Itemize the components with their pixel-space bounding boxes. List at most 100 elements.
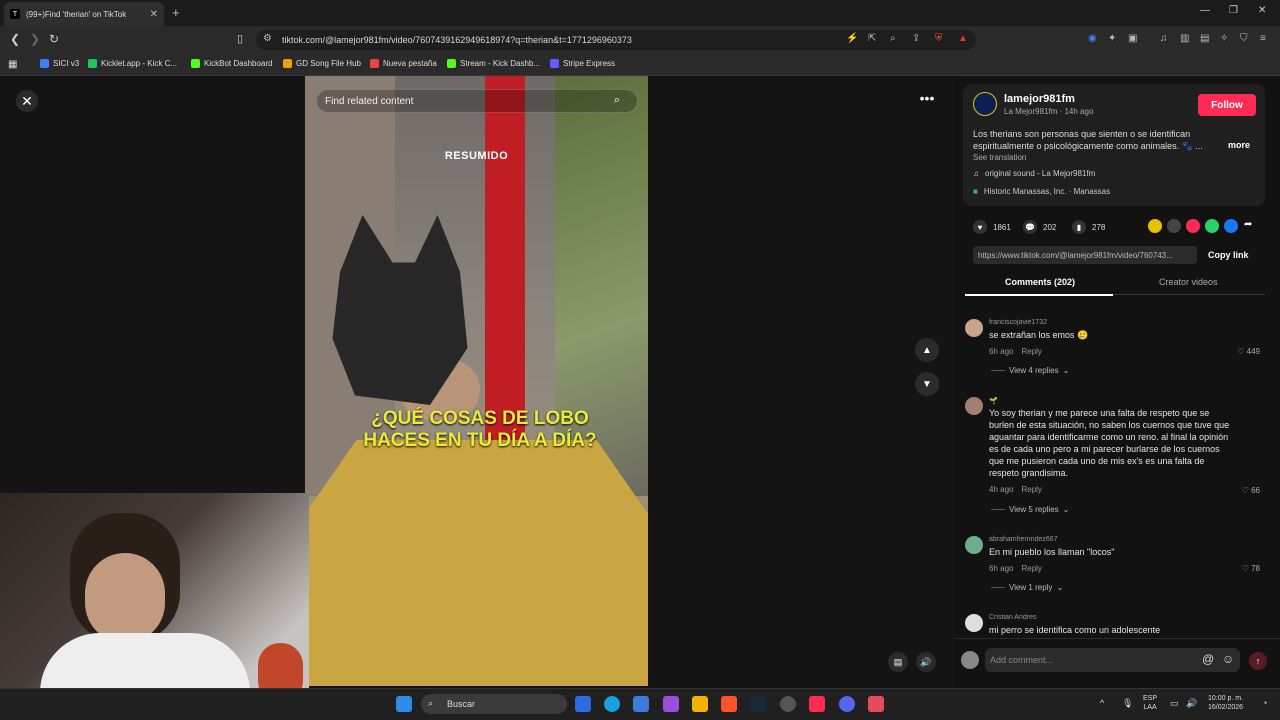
mention-icon[interactable]: @ — [1202, 652, 1214, 666]
commenter-avatar[interactable] — [965, 614, 983, 632]
taskbar-app-icon[interactable] — [575, 696, 591, 712]
tab-close-icon[interactable]: ✕ — [150, 9, 158, 20]
brave-shield-icon[interactable]: ⛨ — [935, 33, 943, 44]
commenter-name[interactable]: franciscojavie1732 — [989, 319, 1047, 326]
commenter-avatar[interactable] — [965, 536, 983, 554]
taskbar-search[interactable]: Buscar — [421, 694, 567, 714]
bookmark-item[interactable]: KickBot Dashboard — [191, 59, 272, 68]
comment-like-button[interactable]: ♡ 66 — [1242, 486, 1260, 495]
discord-icon[interactable] — [839, 696, 855, 712]
file-explorer-icon[interactable] — [692, 696, 708, 712]
notifications-icon[interactable]: ◔ — [1262, 698, 1267, 708]
taskbar-app-icon[interactable] — [868, 696, 884, 712]
more-options-icon[interactable]: ••• — [915, 90, 939, 110]
find-related-content-input[interactable]: Find related content — [316, 89, 638, 113]
maximize-icon[interactable]: ❐ — [1229, 5, 1238, 16]
panel-icon[interactable]: ▥ — [1180, 33, 1189, 44]
copilot-icon[interactable] — [663, 696, 679, 712]
volume-icon[interactable]: 🔊 — [1186, 698, 1197, 709]
send-comment-button[interactable]: ↑ — [1249, 652, 1267, 670]
window-close-icon[interactable]: ✕ — [1258, 5, 1266, 16]
comment-like-button[interactable]: ♡ 78 — [1242, 564, 1260, 573]
tray-chevron-icon[interactable]: ^ — [1100, 698, 1104, 708]
comment-stat[interactable]: 💬 202 — [1023, 220, 1056, 234]
new-tab-button[interactable]: + — [172, 5, 180, 20]
network-icon[interactable]: ▭ — [1170, 698, 1179, 709]
wallet-icon[interactable]: ▤ — [1200, 33, 1209, 44]
see-translation-link[interactable]: See translation — [973, 153, 1026, 162]
next-video-button[interactable]: ▼ — [915, 372, 939, 396]
more-button[interactable]: more — [1228, 140, 1250, 150]
brave-icon[interactable] — [721, 696, 737, 712]
copy-link-button[interactable]: Copy link — [1208, 250, 1249, 260]
like-stat[interactable]: ♥ 1861 — [973, 220, 1011, 234]
bookmark-page-icon[interactable]: ▯ — [237, 32, 243, 45]
microphone-icon[interactable]: 🎙 — [1122, 698, 1133, 709]
bookmark-item[interactable]: Nueva pestaña — [370, 59, 437, 68]
apps-grid-icon[interactable]: ▦ — [8, 59, 17, 70]
bookmark-item[interactable]: GD Song File Hub — [283, 59, 361, 68]
bookmark-item[interactable]: Kicklet.app - Kick C... — [88, 59, 177, 68]
clock[interactable]: 10:00 p. m. 16/02/2026 — [1208, 694, 1243, 712]
brave-rewards-icon[interactable]: ▲ — [958, 33, 968, 44]
emoji-icon[interactable]: ☺ — [1222, 652, 1234, 666]
follow-button[interactable]: Follow — [1198, 94, 1256, 116]
commenter-name[interactable]: abrahamhernndez667 — [989, 536, 1058, 543]
tab-comments[interactable]: Comments (202) — [1005, 277, 1075, 287]
location-info[interactable]: ■ Historic Manassas, Inc. · Manassas — [973, 187, 1110, 196]
forward-icon[interactable]: ❯ — [30, 32, 40, 46]
reload-icon[interactable]: ↻ — [49, 32, 59, 46]
windows-start-icon[interactable] — [396, 696, 412, 712]
view-replies-button[interactable]: View 4 replies ⌄ — [991, 366, 1069, 375]
share-arrow-icon[interactable]: ➦ — [1244, 219, 1258, 233]
commenter-name[interactable]: Cristian Andres — [989, 614, 1036, 621]
menu-icon[interactable]: ≡ — [1260, 33, 1266, 44]
vpn-icon[interactable]: ⛉ — [1240, 33, 1248, 44]
tiktok-icon[interactable] — [809, 696, 825, 712]
search-icon[interactable]: ⌕ — [614, 94, 620, 107]
save-stat[interactable]: ▮ 278 — [1072, 220, 1105, 234]
audio-icon[interactable]: ◉ — [1088, 33, 1097, 44]
reply-button[interactable]: Reply — [1021, 485, 1041, 494]
steam-icon[interactable] — [750, 696, 766, 712]
translate-icon[interactable]: ⚡ — [846, 33, 858, 44]
video-link-field[interactable]: https://www.tiktok.com/@lamejor981fm/vid… — [973, 246, 1197, 264]
sidebar-icon[interactable]: ▣ — [1128, 33, 1137, 44]
reply-button[interactable]: Reply — [1021, 564, 1041, 573]
commenter-avatar[interactable] — [965, 319, 983, 337]
sound-info[interactable]: ♫ original sound - La Mejor981fm — [973, 169, 1095, 178]
facebook-icon[interactable] — [1224, 219, 1238, 233]
reply-button[interactable]: Reply — [1021, 347, 1041, 356]
commenter-name[interactable]: 🌱 — [989, 397, 998, 405]
commenter-avatar[interactable] — [965, 397, 983, 415]
music-icon[interactable]: ♫ — [1160, 33, 1168, 44]
coin-icon[interactable] — [1148, 219, 1162, 233]
comment-like-button[interactable]: ♡ 449 — [1237, 347, 1260, 356]
bookmark-item[interactable]: Stream - Kick Dashb... — [447, 59, 540, 68]
back-icon[interactable]: ❮ — [10, 32, 20, 46]
language-indicator[interactable]: ESP LAA — [1143, 694, 1157, 712]
view-replies-button[interactable]: View 5 replies ⌄ — [991, 505, 1069, 514]
edge-icon[interactable] — [604, 696, 620, 712]
store-icon[interactable] — [633, 696, 649, 712]
bookmark-item[interactable]: SICI v3 — [40, 59, 79, 68]
site-settings-icon[interactable]: ⚙ — [263, 33, 272, 44]
whatsapp-icon[interactable] — [1205, 219, 1219, 233]
share-page-icon[interactable]: ⇪ — [912, 33, 920, 44]
author-name[interactable]: lamejor981fm — [1004, 93, 1075, 105]
previous-video-button[interactable]: ▲ — [915, 338, 939, 362]
tab-creator-videos[interactable]: Creator videos — [1159, 277, 1218, 287]
view-replies-button[interactable]: View 1 reply ⌄ — [991, 583, 1063, 592]
bookmark-item[interactable]: Stripe Express — [550, 59, 615, 68]
embed-icon[interactable] — [1167, 219, 1181, 233]
browser-tab[interactable]: T (99+)Find 'therian' on TikTok ✕ — [4, 2, 164, 26]
captions-icon[interactable]: ▤ — [888, 652, 908, 672]
author-avatar[interactable] — [973, 92, 997, 116]
volume-icon[interactable]: 🔊 — [916, 652, 936, 672]
minimize-icon[interactable]: — — [1200, 5, 1210, 16]
ai-icon[interactable]: ✧ — [1220, 33, 1228, 44]
extensions-icon[interactable]: ✦ — [1108, 33, 1116, 44]
zoom-icon[interactable]: ⌕ — [890, 33, 896, 44]
send-to-friends-icon[interactable] — [1186, 219, 1200, 233]
open-in-app-icon[interactable]: ⇱ — [868, 33, 876, 44]
